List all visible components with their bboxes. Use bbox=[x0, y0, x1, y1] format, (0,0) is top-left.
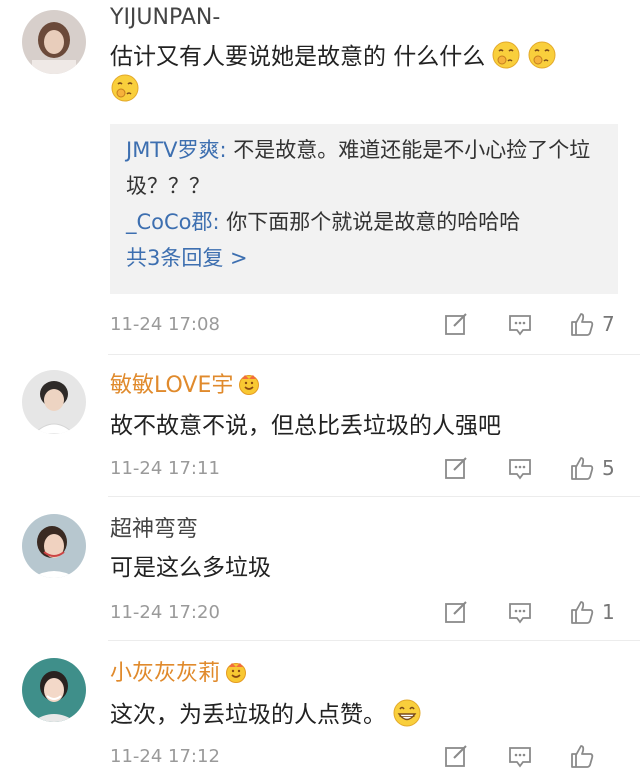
avatar[interactable] bbox=[22, 370, 86, 434]
edit-icon[interactable] bbox=[442, 742, 470, 770]
divider bbox=[108, 640, 640, 641]
reply-item: _CoCo郡: 你下面那个就说是故意的哈哈哈 bbox=[126, 204, 602, 240]
comment-icon[interactable] bbox=[506, 598, 534, 626]
comment-content: 可是这么多垃圾 bbox=[110, 555, 271, 581]
comment-item: 超神弯弯 可是这么多垃圾 11-24 17:20 1 bbox=[0, 498, 640, 640]
thinking-emoji bbox=[491, 40, 521, 70]
comment-time: 11-24 17:11 bbox=[110, 458, 220, 479]
comment-content: 估计又有人要说她是故意的 什么什么 bbox=[110, 40, 620, 106]
comment-username[interactable]: YIJUNPAN- bbox=[110, 4, 220, 32]
comment-time: 11-24 17:20 bbox=[110, 602, 220, 623]
comment-time: 11-24 17:12 bbox=[110, 746, 220, 767]
comment-item: 小灰灰灰莉 这次，为丢垃圾的人点赞。 11-24 17:12 bbox=[0, 642, 640, 768]
comment-meta: 11-24 17:12 bbox=[110, 742, 620, 772]
comment-text: 估计又有人要说她是故意的 什么什么 bbox=[110, 44, 486, 70]
comment-item: 敏敏LOVE宇 故不故意不说，但总比丢垃圾的人强吧 11-24 17:11 5 bbox=[0, 356, 640, 496]
thinking-emoji bbox=[527, 40, 557, 70]
grin-emoji bbox=[392, 698, 422, 728]
thumbs-up-icon[interactable] bbox=[568, 310, 596, 338]
comment-content: 这次，为丢垃圾的人点赞。 bbox=[110, 698, 620, 731]
comment-meta: 11-24 17:20 1 bbox=[110, 598, 620, 628]
comment-icon[interactable] bbox=[506, 310, 534, 338]
comment-username[interactable]: 小灰灰灰莉 bbox=[110, 660, 248, 688]
comment-item: YIJUNPAN- 估计又有人要说她是故意的 什么什么 JMTV罗爽: 不是故意… bbox=[0, 0, 640, 350]
crown-icon bbox=[237, 373, 261, 395]
avatar[interactable] bbox=[22, 658, 86, 722]
thumbs-up-icon[interactable] bbox=[568, 454, 596, 482]
comment-text: 这次，为丢垃圾的人点赞。 bbox=[110, 702, 386, 728]
reply-item: JMTV罗爽: 不是故意。难道还能是不小心捡了个垃圾？？？ bbox=[126, 132, 602, 204]
username-text: 小灰灰灰莉 bbox=[110, 661, 221, 686]
divider bbox=[108, 496, 640, 497]
like-count: 1 bbox=[602, 600, 615, 624]
comment-icon[interactable] bbox=[506, 742, 534, 770]
comment-time: 11-24 17:08 bbox=[110, 314, 220, 335]
reply-box[interactable]: JMTV罗爽: 不是故意。难道还能是不小心捡了个垃圾？？？ _CoCo郡: 你下… bbox=[110, 124, 618, 294]
edit-icon[interactable] bbox=[442, 598, 470, 626]
comment-content: 故不故意不说，但总比丢垃圾的人强吧 bbox=[110, 413, 501, 439]
like-count: 5 bbox=[602, 456, 615, 480]
comment-icon[interactable] bbox=[506, 454, 534, 482]
reply-text: 你下面那个就说是故意的哈哈哈 bbox=[219, 210, 521, 234]
reply-username[interactable]: _CoCo郡: bbox=[126, 210, 220, 234]
comment-meta: 11-24 17:11 5 bbox=[110, 454, 620, 484]
like-count: 7 bbox=[602, 312, 615, 336]
edit-icon[interactable] bbox=[442, 310, 470, 338]
crown-icon bbox=[224, 661, 248, 683]
username-text: 敏敏LOVE宇 bbox=[110, 373, 234, 398]
thinking-emoji bbox=[110, 73, 140, 103]
avatar[interactable] bbox=[22, 10, 86, 74]
thumbs-up-icon[interactable] bbox=[568, 598, 596, 626]
divider bbox=[108, 354, 640, 355]
comment-username[interactable]: 超神弯弯 bbox=[110, 516, 198, 544]
thumbs-up-icon[interactable] bbox=[568, 742, 596, 770]
comment-username[interactable]: 敏敏LOVE宇 bbox=[110, 372, 261, 400]
edit-icon[interactable] bbox=[442, 454, 470, 482]
reply-username[interactable]: JMTV罗爽: bbox=[126, 138, 227, 162]
more-replies-link[interactable]: 共3条回复 > bbox=[126, 240, 602, 276]
avatar[interactable] bbox=[22, 514, 86, 578]
comment-meta: 11-24 17:08 7 bbox=[110, 310, 620, 340]
